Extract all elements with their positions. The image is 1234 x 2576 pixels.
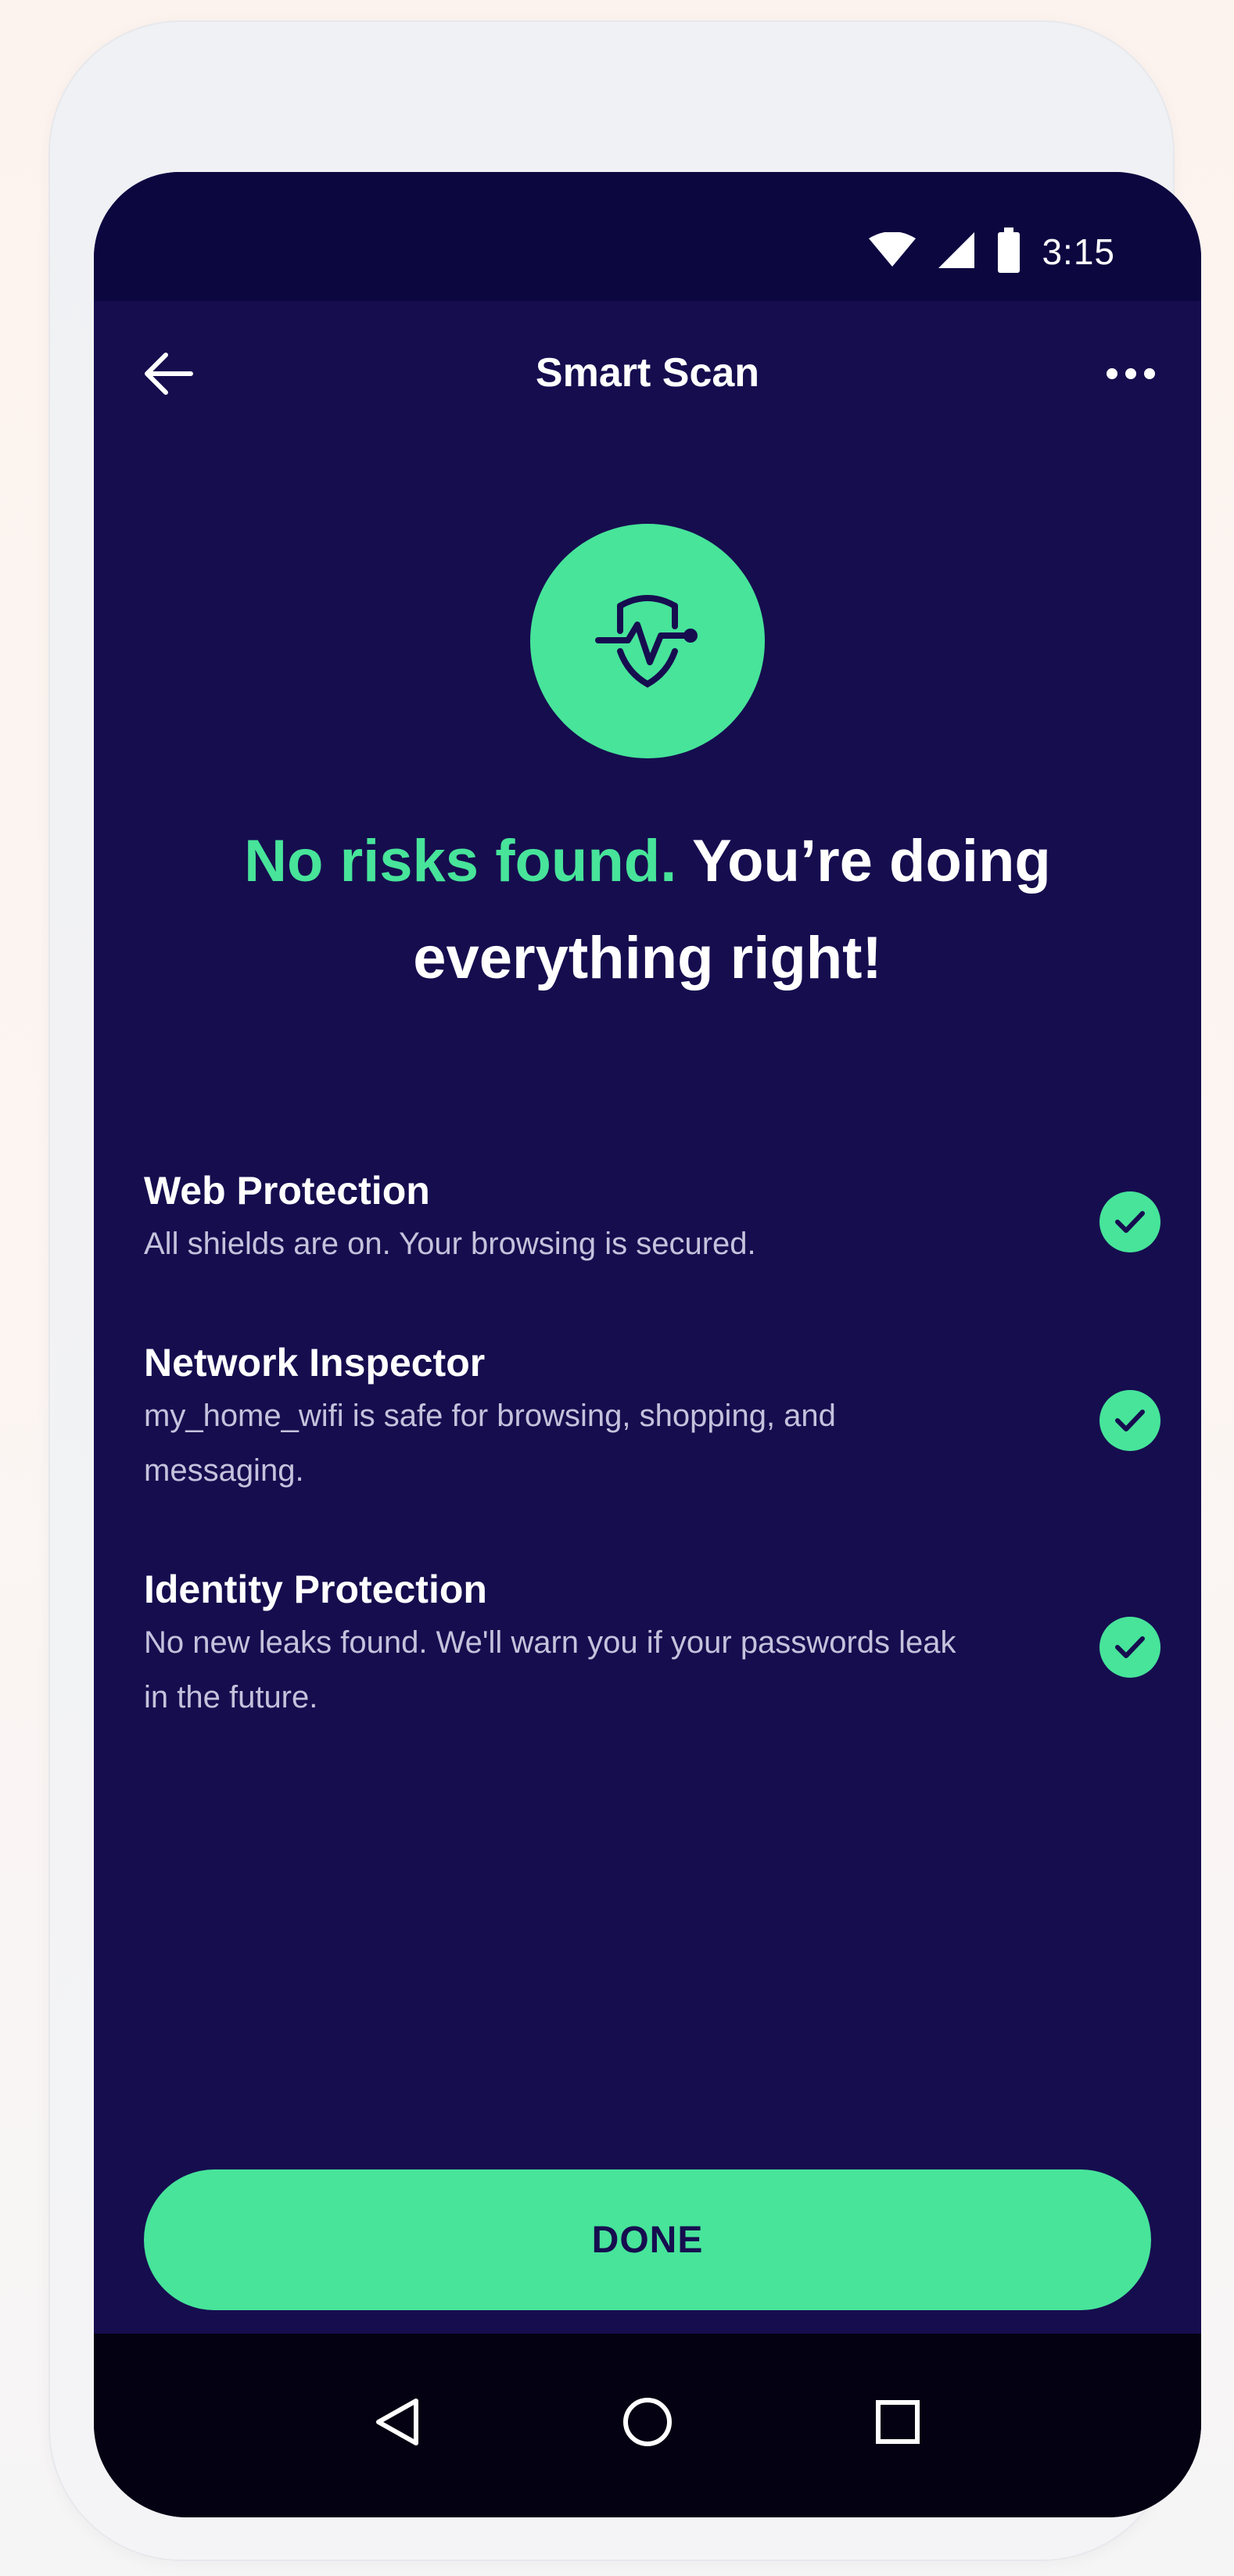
done-button[interactable]: DONE (144, 2169, 1151, 2310)
check-circle-icon (1099, 1191, 1160, 1252)
nav-home-circle-icon (622, 2396, 673, 2452)
headline-accent: No risks found. (244, 828, 677, 894)
page-background: 3:15 Smart Scan No risks found. You’re d… (0, 0, 1234, 2576)
cellular-signal-icon (937, 231, 976, 274)
nav-recents-button[interactable] (859, 2384, 937, 2463)
nav-back-button[interactable] (358, 2384, 436, 2463)
scan-result-headline: No risks found. You’re doing everything … (156, 813, 1139, 1007)
check-item-web-protection: Web Protection All shields are on. Your … (144, 1165, 1160, 1271)
check-title: Web Protection (144, 1169, 430, 1213)
check-circle-icon (1099, 1617, 1160, 1678)
protection-checks-list: Web Protection All shields are on. Your … (144, 1165, 1160, 1725)
phone-screen: 3:15 Smart Scan No risks found. You’re d… (94, 172, 1201, 2517)
check-description: my_home_wifi is safe for browsing, shopp… (144, 1399, 836, 1488)
check-description: All shields are on. Your browsing is sec… (144, 1227, 756, 1261)
check-circle-icon (1099, 1390, 1160, 1451)
app-bar: Smart Scan (94, 301, 1201, 442)
nav-recents-square-icon (875, 2399, 920, 2449)
check-title: Network Inspector (144, 1341, 486, 1385)
check-item-network-inspector: Network Inspector my_home_wifi is safe f… (144, 1337, 1160, 1498)
status-icons: 3:15 (868, 227, 1115, 277)
scan-result-badge (530, 524, 765, 758)
nav-home-button[interactable] (608, 2384, 687, 2463)
more-options-button[interactable] (1092, 340, 1170, 410)
nav-back-triangle-icon (374, 2398, 421, 2450)
check-item-identity-protection: Identity Protection No new leaks found. … (144, 1564, 1160, 1725)
page-title: Smart Scan (535, 350, 760, 396)
shield-pulse-icon (589, 581, 706, 702)
status-time: 3:15 (1042, 231, 1115, 272)
check-description: No new leaks found. We'll warn you if yo… (144, 1625, 956, 1714)
check-title: Identity Protection (144, 1567, 487, 1611)
wifi-icon (868, 231, 917, 272)
more-horizontal-icon (1106, 367, 1156, 384)
status-bar: 3:15 (94, 172, 1201, 301)
system-nav-bar (94, 2334, 1201, 2517)
battery-icon (996, 227, 1021, 277)
